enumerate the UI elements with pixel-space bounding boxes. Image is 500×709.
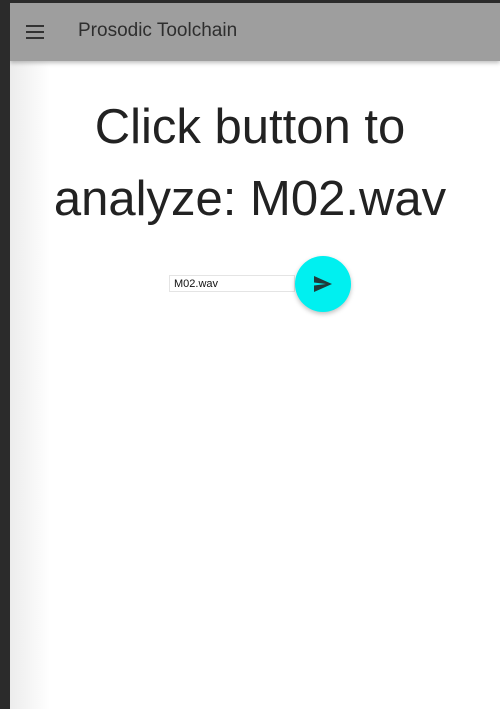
file-name-input[interactable] bbox=[169, 275, 295, 292]
headline-line-2: analyze: M02.wav bbox=[53, 172, 447, 226]
app-bar: Prosodic Toolchain bbox=[10, 3, 500, 61]
headline-line-1: Click button to bbox=[94, 100, 406, 154]
page-headline: Click button to analyze: M02.wav bbox=[10, 91, 500, 235]
analyze-button[interactable] bbox=[295, 256, 351, 312]
app-window: Prosodic Toolchain Click button to analy… bbox=[10, 3, 500, 709]
app-title: Prosodic Toolchain bbox=[78, 20, 238, 41]
hamburger-menu-icon[interactable] bbox=[26, 25, 44, 39]
send-arrow-icon bbox=[314, 276, 332, 292]
